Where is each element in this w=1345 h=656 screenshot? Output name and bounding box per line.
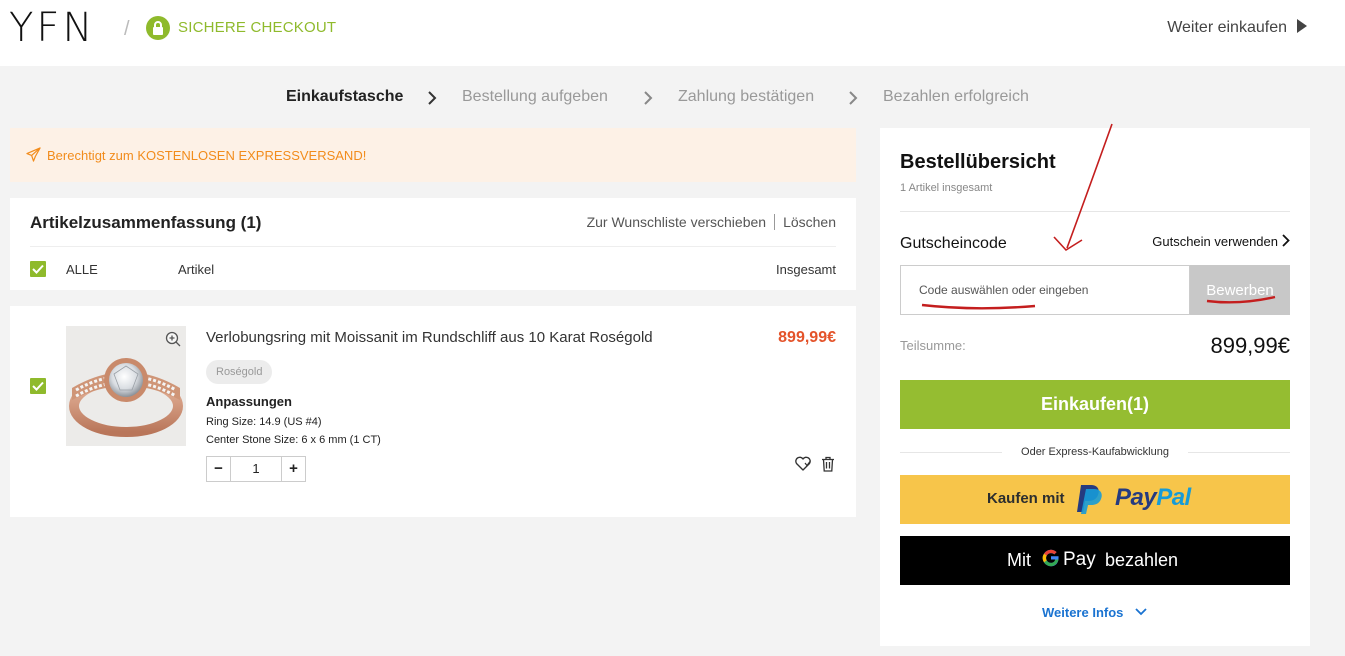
chevron-right-icon [644,91,653,105]
cart-summary-header: Artikelzusammenfassung (1) Zur Wunschlis… [10,198,856,290]
divider [774,214,776,230]
quantity-value[interactable]: 1 [231,457,281,481]
subtotal-value: 899,99€ [1210,333,1290,358]
step-payment-success: Bezahlen erfolgreich [883,88,1029,105]
gpay-prefix: Mit [1007,550,1031,570]
select-all-label: ALLE [66,262,98,277]
plane-icon [26,147,41,162]
site-header: YFN / SICHERE CHECKOUT Weiter einkaufen [0,0,1345,66]
subtotal-label: Teilsumme: [900,338,966,353]
paypal-logo-icon [1077,485,1102,514]
check-icon [32,264,44,274]
use-coupon-link[interactable]: Gutschein verwenden [1152,234,1278,249]
apply-coupon-button[interactable]: Bewerben [1190,265,1290,315]
free-shipping-banner: Berechtigt zum KOSTENLOSEN EXPRESSVERSAN… [10,128,856,182]
continue-shopping-link[interactable]: Weiter einkaufen [1167,19,1287,37]
item-count: 1 Artikel insgesamt [900,182,993,194]
checkout-button[interactable]: Einkaufen(1) [900,380,1290,429]
secure-checkout-label: SICHERE CHECKOUT [178,19,337,36]
item-checkbox[interactable] [30,378,46,394]
paypal-wordmark: PayPal [1115,484,1191,511]
play-arrow-icon[interactable] [1297,19,1307,33]
customization-ring-size: Ring Size: 14.9 (US #4) [206,416,322,428]
chevron-down-icon[interactable] [1135,608,1147,616]
checkout-steps: Einkaufstasche Bestellung aufgeben Zahlu… [0,88,1345,108]
customization-stone-size: Center Stone Size: 6 x 6 mm (1 CT) [206,434,381,446]
zoom-icon[interactable] [165,331,181,347]
select-all-checkbox[interactable] [30,261,46,277]
quantity-decrease-button[interactable]: − [207,457,231,481]
lock-icon [146,16,170,40]
cart-item: Verlobungsring mit Moissanit im Rundschl… [10,306,856,517]
banner-text: Berechtigt zum KOSTENLOSEN EXPRESSVERSAN… [47,148,367,163]
cart-title: Artikelzusammenfassung (1) [30,213,262,232]
cart-actions: Zur Wunschliste verschieben Löschen [587,214,836,230]
order-summary-panel: Bestellübersicht 1 Artikel insgesamt Gut… [880,128,1310,646]
product-name[interactable]: Verlobungsring mit Moissanit im Rundschl… [206,329,653,346]
divider [30,246,836,247]
delete-link[interactable]: Löschen [783,214,836,230]
step-place-order: Bestellung aufgeben [462,88,608,105]
column-article: Artikel [178,262,215,277]
variant-badge: Roségold [206,360,273,384]
header-separator: / [124,18,130,40]
divider [900,211,1290,212]
gpay-wordmark: Pay [1063,549,1096,570]
step-confirm-payment: Zahlung bestätigen [678,88,815,105]
coupon-input[interactable] [900,265,1190,315]
quantity-stepper: − 1 + [206,456,306,482]
chevron-right-icon [849,91,858,105]
brand-logo[interactable]: YFN [9,8,95,48]
google-g-icon [1042,549,1059,567]
gpay-suffix: bezahlen [1105,550,1179,570]
chevron-right-icon [428,91,437,105]
move-to-wishlist-link[interactable]: Zur Wunschliste verschieben [587,214,766,230]
trash-icon[interactable] [821,456,835,472]
more-info-link[interactable]: Weitere Infos [1042,605,1123,620]
product-price: 899,99€ [778,329,836,346]
step-shopping-bag: Einkaufstasche [286,88,404,105]
customizations-title: Anpassungen [206,394,292,409]
order-summary-title: Bestellübersicht [900,151,1056,173]
check-icon [32,381,44,391]
express-checkout-label: Oder Express-Kaufabwicklung [1021,446,1169,458]
coupon-label: Gutscheincode [900,235,1007,252]
chevron-right-icon[interactable] [1282,234,1290,247]
quantity-increase-button[interactable]: + [281,457,305,481]
column-total: Insgesamt [776,262,836,277]
paypal-prefix: Kaufen mit [987,490,1065,507]
google-pay-button[interactable]: Mit Pay bezahlen [900,536,1290,585]
wishlist-heart-icon[interactable] [794,456,812,472]
paypal-button[interactable]: Kaufen mit PayPal [900,475,1290,524]
